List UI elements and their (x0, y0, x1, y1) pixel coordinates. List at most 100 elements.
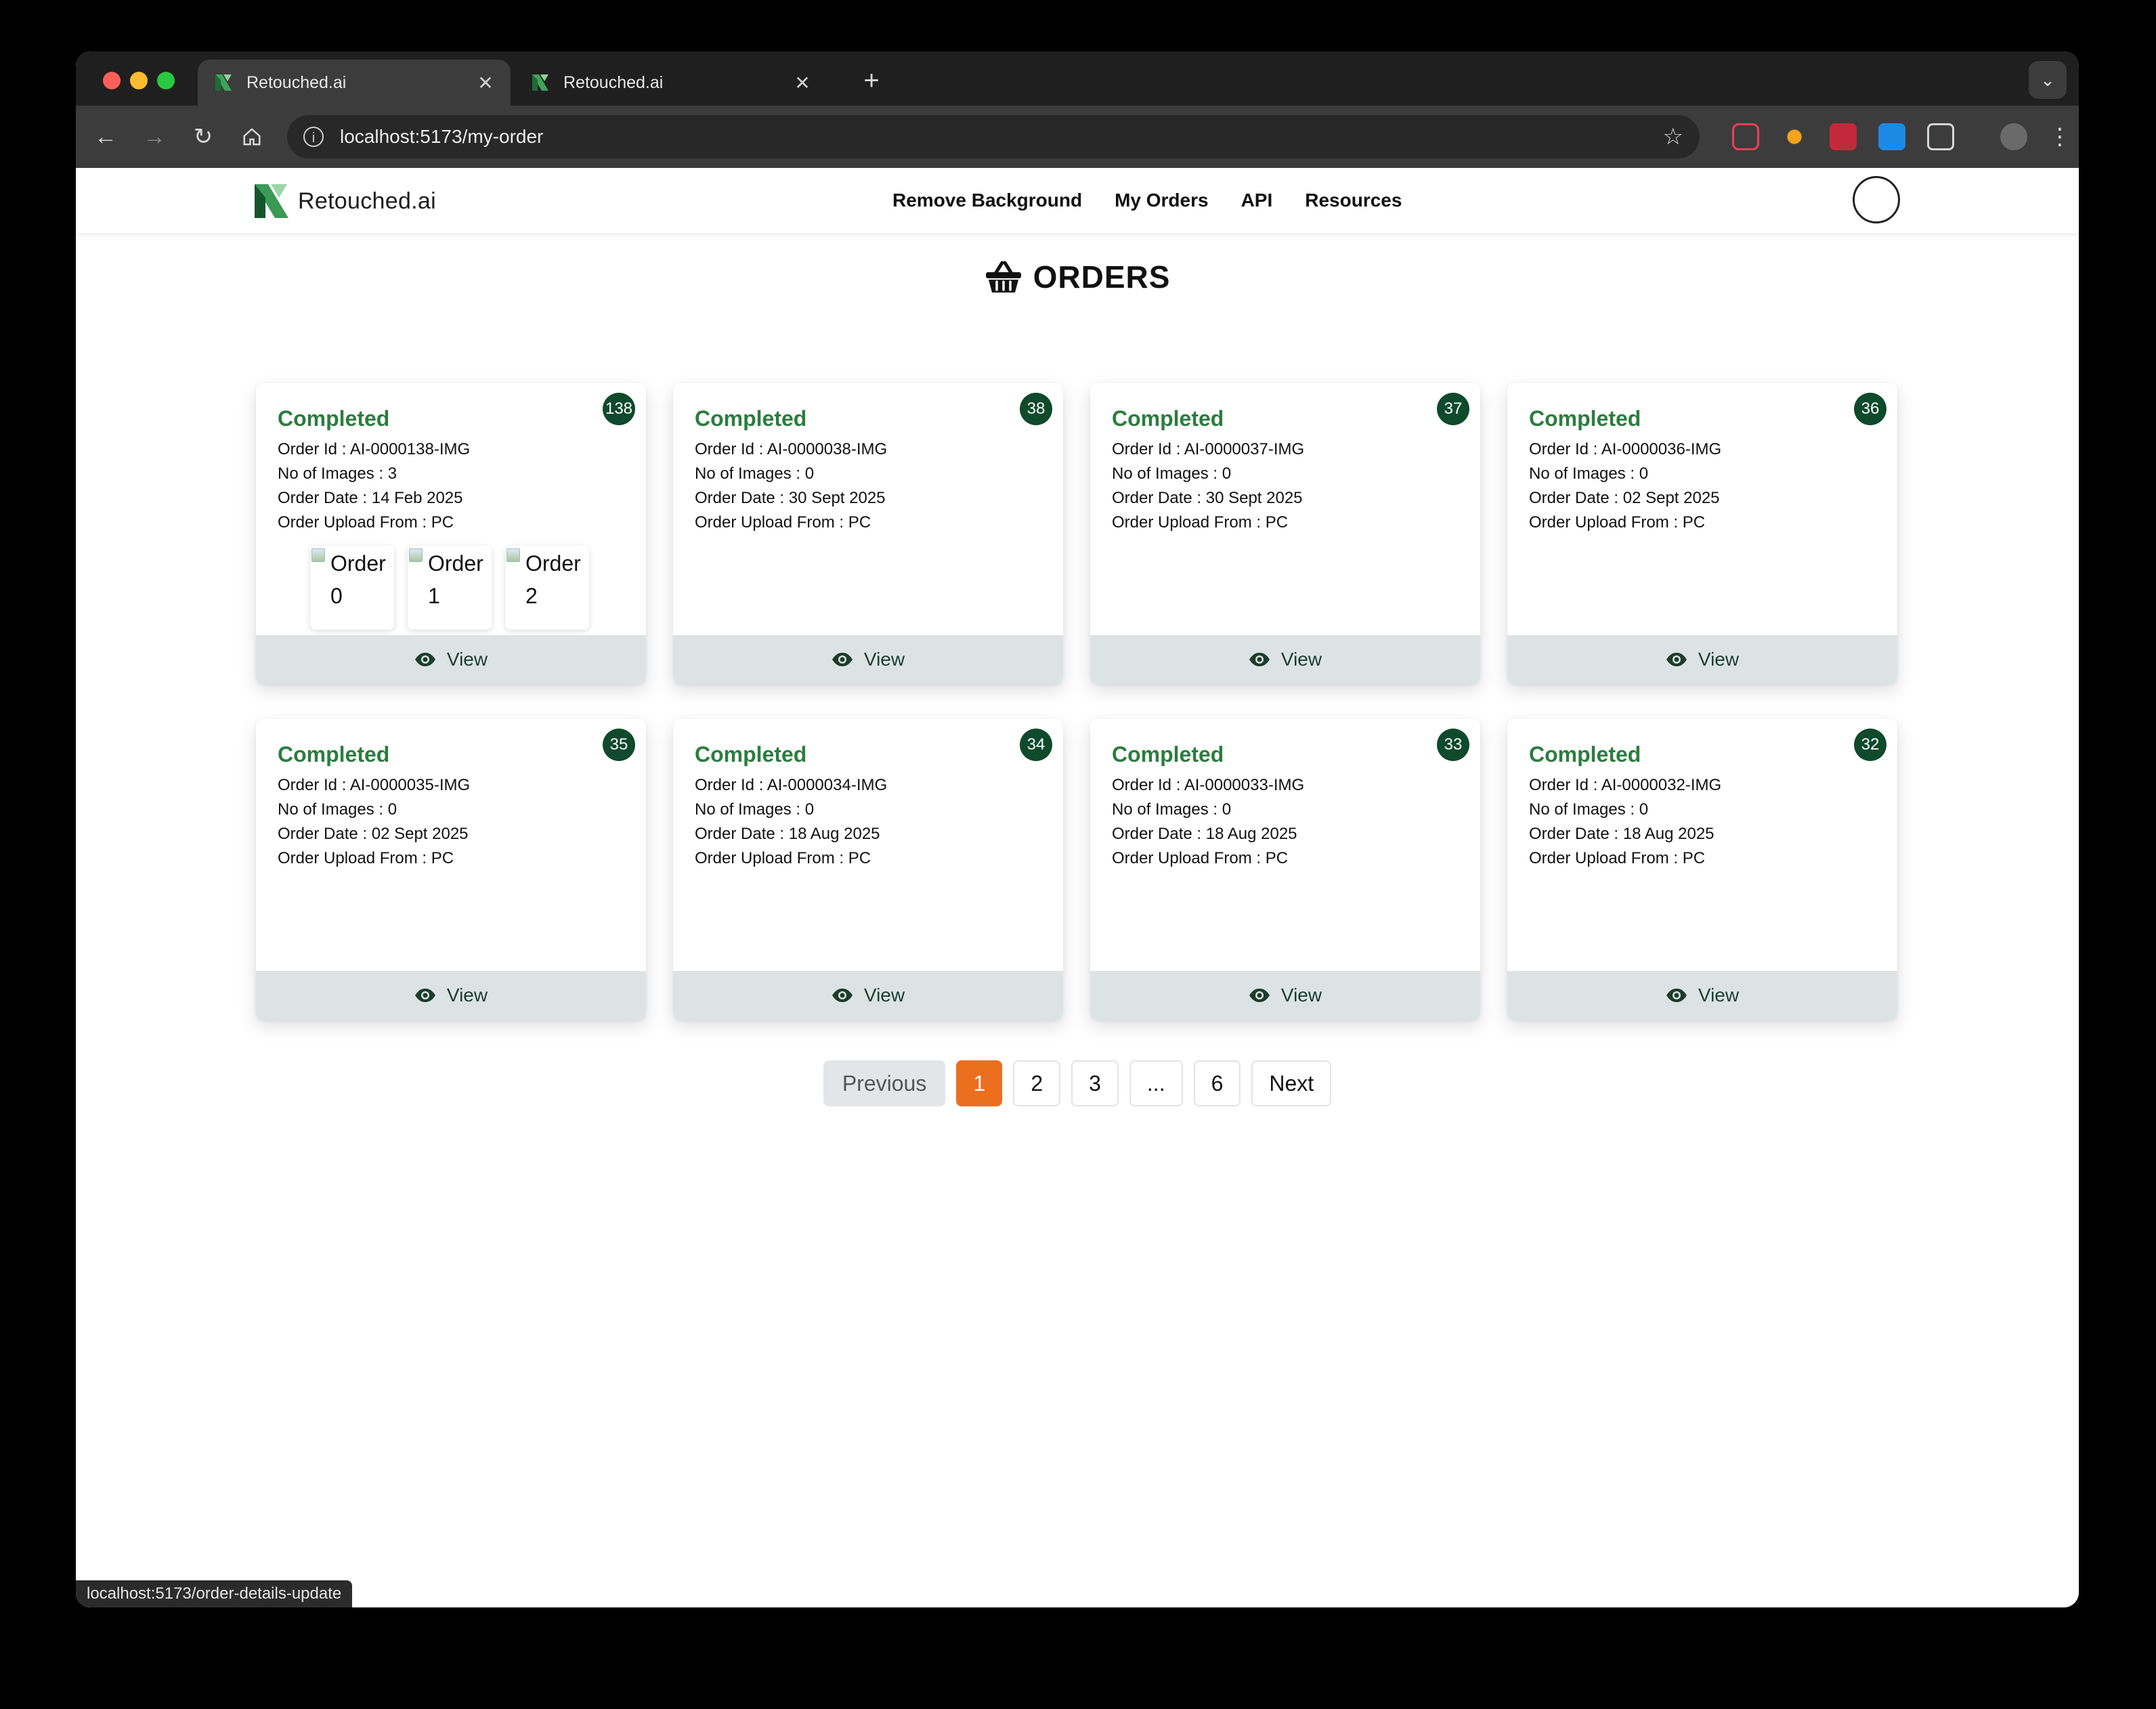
order-number-badge: 35 (603, 729, 635, 761)
new-tab-button[interactable]: + (855, 64, 888, 98)
pocket-extension-icon[interactable] (1732, 123, 1759, 150)
order-thumbnail[interactable]: Order 2 (505, 546, 589, 630)
minimize-window-button[interactable] (130, 72, 148, 89)
order-number-badge: 33 (1437, 729, 1469, 761)
order-date-label: Order Date : (1112, 489, 1206, 507)
order-id-line: Order Id : AI-0000138-IMG (278, 437, 470, 462)
order-card[interactable]: 138 Completed Order Id : AI-0000138-IMG … (256, 383, 646, 684)
close-tab-icon[interactable]: ✕ (792, 72, 813, 94)
order-images-label: No of Images : (278, 800, 388, 819)
order-date-line: Order Date : 30 Sept 2025 (695, 486, 887, 511)
logo[interactable]: Retouched.ai (253, 183, 436, 219)
view-order-button[interactable]: View (1090, 635, 1480, 684)
nav-resources[interactable]: Resources (1305, 190, 1402, 211)
eye-icon (1666, 653, 1687, 666)
order-images-value: 0 (1222, 464, 1232, 483)
order-date-value: 02 Sept 2025 (371, 825, 469, 843)
order-images-label: No of Images : (1112, 464, 1222, 483)
close-tab-icon[interactable]: ✕ (475, 72, 496, 94)
browser-tab-1[interactable]: Retouched.ai ✕ (515, 60, 827, 106)
page-button-1[interactable]: 1 (956, 1060, 1003, 1106)
order-images-value: 3 (387, 464, 397, 483)
order-card[interactable]: 35 Completed Order Id : AI-0000035-IMG N… (256, 719, 646, 1020)
eye-icon (1666, 989, 1687, 1002)
tab-search-chevron-icon[interactable]: ⌄ (2029, 61, 2067, 99)
close-window-button[interactable] (103, 72, 121, 89)
eye-icon (1249, 989, 1270, 1002)
home-icon[interactable] (236, 121, 268, 153)
order-card[interactable]: 32 Completed Order Id : AI-0000032-IMG N… (1507, 719, 1897, 1020)
order-id-label: Order Id : (1529, 776, 1601, 794)
order-upload-value: PC (431, 513, 454, 532)
tab-title: Retouched.ai (563, 72, 664, 92)
bookmark-star-icon[interactable]: ☆ (1663, 123, 1683, 150)
user-avatar[interactable] (1853, 176, 1900, 223)
order-upload-value: PC (1265, 513, 1289, 532)
page-button-3[interactable]: 3 (1071, 1060, 1119, 1106)
tab-strip: Retouched.ai ✕ Retouched.ai ✕ + ⌄ (76, 51, 2079, 106)
browser-status-url: localhost:5173/order-details-update (76, 1580, 353, 1607)
address-bar[interactable]: i localhost:5173/my-order ☆ (287, 115, 1700, 158)
view-label: View (446, 985, 488, 1005)
order-upload-line: Order Upload From : PC (695, 511, 887, 535)
order-date-value: 14 Feb 2025 (371, 489, 463, 507)
order-date-value: 18 Aug 2025 (788, 825, 880, 843)
view-label: View (863, 985, 905, 1005)
nav-api[interactable]: API (1241, 190, 1273, 211)
view-order-button[interactable]: View (1507, 635, 1897, 684)
profile-icon[interactable] (2000, 123, 2027, 150)
browser-menu-icon[interactable]: ⋮ (2044, 121, 2076, 153)
order-date-line: Order Date : 18 Aug 2025 (1529, 822, 1721, 846)
order-card[interactable]: 38 Completed Order Id : AI-0000038-IMG N… (673, 383, 1063, 684)
view-order-button[interactable]: View (256, 971, 646, 1020)
page-button-6[interactable]: 6 (1193, 1060, 1241, 1106)
order-images-label: No of Images : (1529, 800, 1639, 819)
view-order-button[interactable]: View (673, 635, 1063, 684)
order-images-line: No of Images : 3 (278, 462, 470, 486)
page-ellipsis[interactable]: ... (1129, 1060, 1183, 1106)
order-card[interactable]: 34 Completed Order Id : AI-0000034-IMG N… (673, 719, 1063, 1020)
order-card[interactable]: 33 Completed Order Id : AI-0000033-IMG N… (1090, 719, 1480, 1020)
red-extension-icon[interactable] (1830, 123, 1857, 150)
download-extension-icon[interactable] (1878, 123, 1905, 150)
order-images-label: No of Images : (1529, 464, 1639, 483)
address-url[interactable]: localhost:5173/my-order (340, 126, 1663, 148)
next-page-button[interactable]: Next (1251, 1060, 1332, 1106)
view-order-button[interactable]: View (1507, 971, 1897, 1020)
reload-icon[interactable]: ↻ (187, 121, 219, 153)
view-order-button[interactable]: View (673, 971, 1063, 1020)
extensions-puzzle-icon[interactable] (1927, 123, 1954, 150)
order-status: Completed (1529, 406, 1641, 431)
order-date-value: 18 Aug 2025 (1205, 825, 1297, 843)
site-info-icon[interactable]: i (303, 127, 324, 147)
nav-my-orders[interactable]: My Orders (1115, 190, 1209, 211)
order-images-label: No of Images : (695, 464, 805, 483)
order-thumbnail[interactable]: Order 1 (408, 546, 492, 630)
view-order-button[interactable]: View (1090, 971, 1480, 1020)
order-card[interactable]: 36 Completed Order Id : AI-0000036-IMG N… (1507, 383, 1897, 684)
order-upload-value: PC (1682, 849, 1706, 867)
nav-remove-background[interactable]: Remove Background (892, 190, 1082, 211)
order-status: Completed (1112, 742, 1224, 766)
previous-page-button[interactable]: Previous (823, 1060, 946, 1106)
browser-tab-0[interactable]: Retouched.ai ✕ (198, 60, 511, 106)
app-navbar: Retouched.ai Remove Background My Orders… (76, 168, 2079, 233)
order-date-label: Order Date : (1529, 489, 1623, 507)
page-button-2[interactable]: 2 (1013, 1060, 1061, 1106)
order-id-value: AI-0000138-IMG (349, 440, 471, 458)
order-upload-value: PC (848, 513, 871, 532)
order-images-line: No of Images : 0 (1529, 798, 1721, 822)
view-order-button[interactable]: View (256, 635, 646, 684)
order-date-line: Order Date : 18 Aug 2025 (1112, 822, 1304, 846)
order-thumbnail[interactable]: Order 0 (310, 546, 394, 630)
order-id-value: AI-0000033-IMG (1184, 776, 1305, 794)
pagination: Previous 1 2 3 ... 6 Next (76, 1060, 2079, 1106)
back-arrow-icon[interactable]: ← (89, 121, 122, 153)
order-card[interactable]: 37 Completed Order Id : AI-0000037-IMG N… (1090, 383, 1480, 684)
browser-toolbar: ← → ↻ i localhost:5173/my-order ☆ ⋮ (76, 106, 2079, 168)
maximize-window-button[interactable] (157, 72, 175, 89)
bug-extension-icon[interactable] (1781, 123, 1808, 150)
forward-arrow-icon[interactable]: → (138, 121, 171, 153)
order-number-badge: 37 (1437, 393, 1469, 425)
order-id-value: AI-0000035-IMG (349, 776, 471, 794)
